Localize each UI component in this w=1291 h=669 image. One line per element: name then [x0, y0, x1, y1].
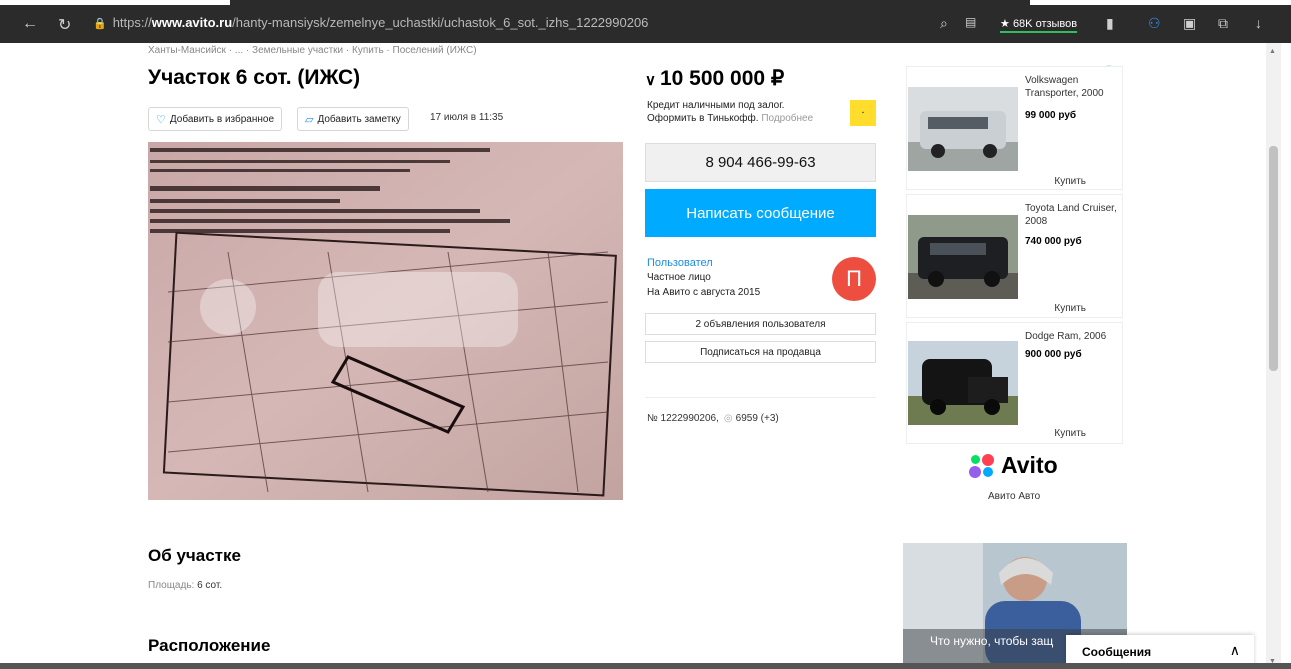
lock-icon: 🔒: [93, 18, 107, 30]
breadcrumb[interactable]: Ханты-Мансийск · ... · Земельные участки…: [148, 45, 477, 56]
area-info: Площадь: 6 сот.: [148, 580, 222, 591]
avatar[interactable]: П: [832, 257, 876, 301]
eye-icon: ◎: [723, 413, 733, 424]
profile-icon[interactable]: ⚇: [1148, 15, 1161, 32]
area-label: Площадь:: [148, 580, 195, 591]
avito-logo[interactable]: Avito: [969, 452, 1058, 479]
ad-card[interactable]: Volkswagen Transporter, 2000 99 000 руб …: [906, 66, 1123, 190]
price[interactable]: ∨ 10 500 000 ₽: [645, 66, 784, 91]
add-note-label: Добавить заметку: [317, 113, 401, 125]
ad-buy-link[interactable]: Купить: [1054, 428, 1086, 439]
banner-text: Что нужно, чтобы защ: [930, 634, 1054, 648]
post-date: 17 июля в 11:35: [430, 112, 504, 123]
ad-meta: № 1222990206, ◎ 6959 (+3): [647, 413, 779, 424]
subscribe-seller-button[interactable]: Подписаться на продавца: [645, 341, 876, 363]
ad-price: 99 000 руб: [1025, 110, 1077, 121]
avito-subtitle: Авито Авто: [988, 491, 1041, 502]
credit-offer: Кредит наличными под залог. Оформить в Т…: [647, 99, 813, 125]
tinkoff-logo[interactable]: ▪: [850, 100, 876, 126]
add-note-button[interactable]: ▱ Добавить заметку: [297, 107, 409, 131]
price-value: 10 500 000 ₽: [659, 67, 785, 90]
ad-price: 900 000 руб: [1025, 349, 1082, 360]
ad-title[interactable]: Volkswagen Transporter, 2000: [1025, 74, 1120, 100]
collections-icon[interactable]: ⧉: [1218, 15, 1228, 32]
url-path: /hanty-mansiysk/zemelnye_uchastki/uchast…: [232, 15, 649, 30]
search-icon[interactable]: ⌕: [940, 15, 948, 32]
avito-logo-text: Avito: [1001, 452, 1058, 478]
about-heading: Об участке: [148, 546, 241, 565]
download-icon[interactable]: ↓: [1255, 15, 1262, 31]
messages-label: Сообщения: [1082, 645, 1152, 659]
seller-type: Частное лицо: [647, 272, 711, 283]
show-phone-button[interactable]: 8 904 466-99-63: [645, 143, 876, 182]
add-favorite-label: Добавить в избранное: [169, 113, 275, 125]
ad-title[interactable]: Dodge Ram, 2006: [1025, 330, 1120, 343]
credit-more-link[interactable]: Подробнее: [761, 113, 813, 124]
listing-photo[interactable]: [148, 142, 623, 500]
ad-thumbnail: [908, 215, 1018, 299]
reload-icon[interactable]: ↻: [58, 15, 71, 35]
credit-line-2: Оформить в Тинькофф.: [647, 113, 759, 124]
scrollbar-thumb[interactable]: [1269, 146, 1278, 371]
note-icon: ▱: [305, 113, 314, 126]
star-icon: ★: [1000, 18, 1010, 30]
ad-thumbnail: [908, 341, 1018, 425]
cadastral-plan-photo: [148, 142, 623, 500]
divider: [645, 397, 876, 398]
reviews-badge[interactable]: ★ 68K отзывов: [1000, 17, 1078, 33]
seller-listings-button[interactable]: 2 объявления пользователя: [645, 313, 876, 335]
ad-title[interactable]: Toyota Land Cruiser, 2008: [1025, 202, 1120, 228]
browser-toolbar: ← ↻ 🔒 https://www.avito.ru/hanty-mansiysk…: [0, 5, 1291, 43]
van-image: [908, 87, 1018, 171]
area-value: 6 сот.: [197, 580, 223, 591]
page-title: Участок 6 сот. (ИЖС): [148, 66, 361, 89]
suv-image: [908, 215, 1018, 299]
add-favorite-button[interactable]: ♡ Добавить в избранное: [148, 107, 283, 131]
ad-price: 740 000 руб: [1025, 236, 1082, 247]
write-message-button[interactable]: Написать сообщение: [645, 189, 876, 237]
reviews-label: 68K отзывов: [1012, 18, 1078, 30]
views-count: 6959 (+3): [735, 413, 779, 424]
ad-card[interactable]: Dodge Ram, 2006 900 000 руб Купить: [906, 322, 1123, 444]
credit-line-1: Кредит наличными под залог.: [647, 100, 785, 111]
url-prefix: https://: [112, 15, 152, 30]
heart-icon: ♡: [156, 113, 166, 126]
bookmark-icon[interactable]: ▮: [1106, 15, 1114, 32]
ad-card[interactable]: Toyota Land Cruiser, 2008 740 000 руб Ку…: [906, 194, 1123, 318]
translate-icon[interactable]: ▤: [965, 15, 976, 29]
scroll-up-icon[interactable]: ▲: [1269, 48, 1276, 55]
reader-icon[interactable]: ▣: [1183, 15, 1196, 32]
back-icon[interactable]: ←: [22, 15, 38, 33]
seller-since: На Авито с августа 2015: [647, 287, 761, 298]
ad-buy-link[interactable]: Купить: [1054, 303, 1086, 314]
pickup-image: [908, 341, 1018, 425]
ad-thumbnail: [908, 87, 1018, 171]
location-heading: Расположение: [148, 636, 271, 655]
page-scrollbar[interactable]: ▲ ▼: [1266, 43, 1281, 669]
ad-number: № 1222990206,: [647, 413, 719, 424]
ad-buy-link[interactable]: Купить: [1054, 176, 1086, 187]
seller-name-link[interactable]: Пользовател: [647, 257, 713, 269]
chevron-up-icon[interactable]: ∧: [1230, 642, 1240, 659]
url-host: www.avito.ru: [151, 15, 233, 30]
chevron-down-icon: ∨: [645, 72, 656, 89]
taskbar-edge: [0, 663, 1291, 669]
address-bar[interactable]: 🔒 https://www.avito.ru/hanty-mansiysk/zem…: [93, 15, 648, 30]
avito-dots-icon: [969, 453, 997, 478]
